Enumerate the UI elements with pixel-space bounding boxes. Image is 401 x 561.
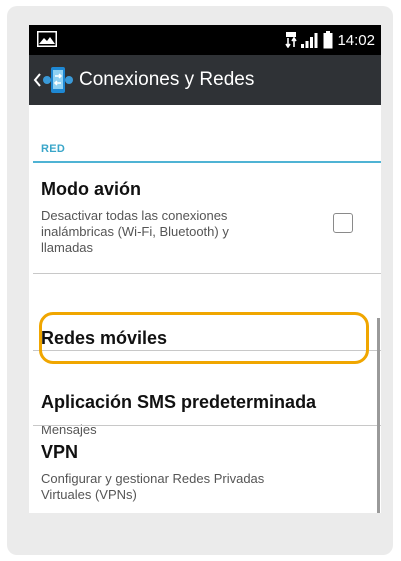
settings-list: RED Modo avión Desactivar todas las cone… bbox=[29, 105, 381, 513]
action-bar: Conexiones y Redes bbox=[29, 55, 381, 105]
airplane-mode-subtitle-line-1: Desactivar todas las conexiones bbox=[41, 208, 228, 223]
data-transfer-icon bbox=[285, 32, 298, 48]
highlight-outline bbox=[39, 312, 369, 364]
airplane-mode-checkbox[interactable] bbox=[333, 213, 353, 233]
chevron-left-icon[interactable] bbox=[32, 70, 42, 90]
list-item-airplane-mode[interactable]: Modo avión Desactivar todas las conexion… bbox=[29, 105, 381, 301]
vpn-subtitle-line-2: Virtuales (VPNs) bbox=[41, 487, 137, 502]
list-item-vpn[interactable]: VPN Configurar y gestionar Redes Privada… bbox=[29, 426, 381, 513]
battery-icon bbox=[323, 31, 333, 49]
status-icons: 14:02 bbox=[285, 30, 375, 50]
image-notification-icon bbox=[37, 31, 57, 47]
airplane-mode-title: Modo avión bbox=[41, 179, 141, 199]
connections-app-icon[interactable] bbox=[42, 64, 74, 96]
status-bar: 14:02 bbox=[29, 25, 381, 55]
status-time: 14:02 bbox=[337, 31, 375, 49]
scrollbar[interactable] bbox=[377, 318, 380, 513]
phone-screen: 14:02 Conexiones y Redes RED Modo avión … bbox=[29, 25, 381, 513]
vpn-title: VPN bbox=[41, 442, 79, 462]
airplane-mode-subtitle-line-2: inalámbricas (Wi-Fi, Bluetooth) y bbox=[41, 224, 229, 239]
default-sms-title: Aplicación SMS predeterminada bbox=[41, 392, 317, 412]
page-title: Conexiones y Redes bbox=[79, 69, 255, 90]
airplane-mode-subtitle-line-3: llamadas bbox=[41, 240, 94, 255]
signal-icon bbox=[301, 33, 318, 48]
vpn-subtitle-line-1: Configurar y gestionar Redes Privadas bbox=[41, 471, 265, 486]
